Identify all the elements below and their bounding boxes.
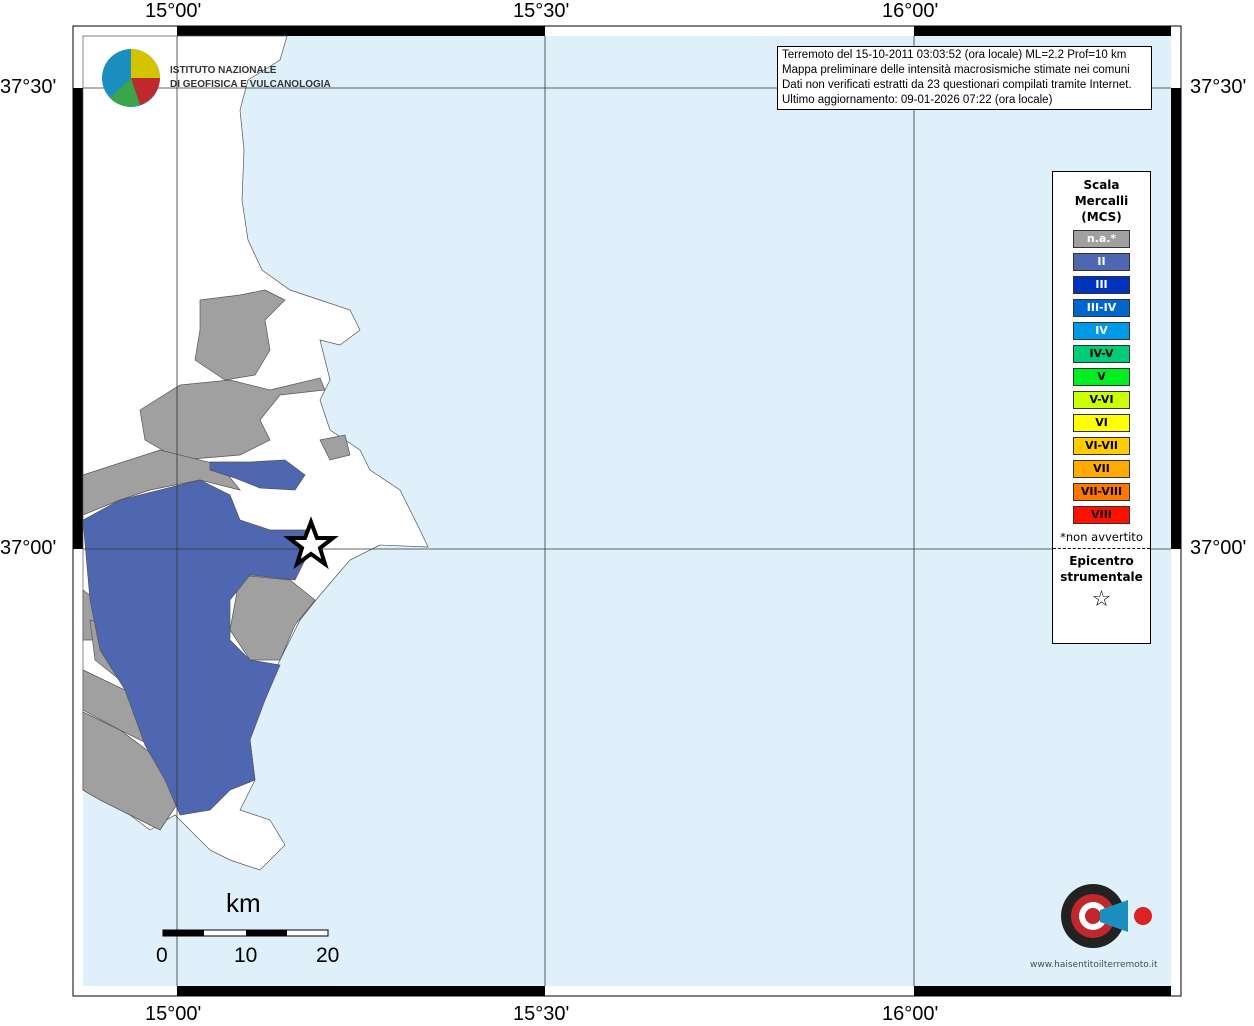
- legend-swatch: II: [1073, 253, 1130, 271]
- legend-note: *non avvertito: [1060, 530, 1143, 544]
- legend-swatch: n.a.*: [1073, 230, 1130, 248]
- legend-swatch: V: [1073, 368, 1130, 386]
- watermark-text: www.haisentitoilterremoto.it: [1030, 960, 1158, 970]
- tick-left-1: 37°00': [0, 537, 57, 559]
- ingv-logo-text: ISTITUTO NAZIONALE DI GEOFISICA E VULCANO…: [170, 64, 331, 92]
- legend-swatch: VII: [1073, 460, 1130, 478]
- legend-swatch: III-IV: [1073, 299, 1130, 317]
- legend-swatch: VII-VIII: [1073, 483, 1130, 501]
- tick-right-1: 37°00': [1190, 537, 1247, 559]
- legend-swatch: VI: [1073, 414, 1130, 432]
- scale-bar: [162, 929, 329, 937]
- legend-swatch: V-VI: [1073, 391, 1130, 409]
- legend-swatch: VI-VII: [1073, 437, 1130, 455]
- legend-divider: [1053, 548, 1150, 549]
- legend-epicentro: Epicentro strumentale: [1053, 553, 1150, 585]
- ingv-logo-icon: [102, 49, 160, 107]
- legend-swatch: VIII: [1073, 506, 1130, 524]
- tick-right-0: 37°30': [1190, 76, 1247, 98]
- tick-top-0: 15°00': [145, 0, 202, 22]
- legend-swatch: IV: [1073, 322, 1130, 340]
- tick-left-0: 37°30': [0, 76, 57, 98]
- logo-line1: ISTITUTO NAZIONALE: [170, 65, 277, 76]
- logo-line2: DI GEOFISICA E VULCANOLOGIA: [170, 79, 331, 90]
- tick-top-2: 16°00': [882, 0, 939, 22]
- info-line: Dati non verificati estratti da 23 quest…: [782, 79, 1132, 91]
- info-line: Ultimo aggiornamento: 09-01-2026 07:22 (…: [782, 94, 1053, 106]
- epicentro-line: Epicentro: [1069, 554, 1134, 568]
- legend-title-line: (MCS): [1081, 210, 1122, 224]
- event-info-box: Terremoto del 15-10-2011 03:03:52 (ora l…: [777, 46, 1152, 110]
- info-line: Mappa preliminare delle intensità macros…: [782, 64, 1130, 76]
- tick-top-1: 15°30': [513, 0, 570, 22]
- scale-unit: km: [226, 888, 261, 918]
- tick-bottom-2: 16°00': [882, 1003, 939, 1025]
- tick-bottom-0: 15°00': [145, 1003, 202, 1025]
- tick-bottom-1: 15°30': [513, 1003, 570, 1025]
- scale-label: 10: [234, 944, 258, 967]
- legend-star-icon: ☆: [1091, 587, 1112, 612]
- legend-swatch: III: [1073, 276, 1130, 294]
- scale-label: 0: [156, 944, 168, 967]
- legend-title-line: Mercalli: [1074, 194, 1129, 208]
- epicentro-line: strumentale: [1060, 570, 1143, 584]
- scale-label: 20: [316, 944, 340, 967]
- info-line: Terremoto del 15-10-2011 03:03:52 (ora l…: [782, 49, 1127, 61]
- legend-swatch: IV-V: [1073, 345, 1130, 363]
- legend-title: Scala Mercalli (MCS): [1053, 177, 1150, 225]
- legend-title-line: Scala: [1083, 178, 1120, 192]
- legend: Scala Mercalli (MCS) n.a.* II III III-IV IV IV-…: [1052, 171, 1151, 644]
